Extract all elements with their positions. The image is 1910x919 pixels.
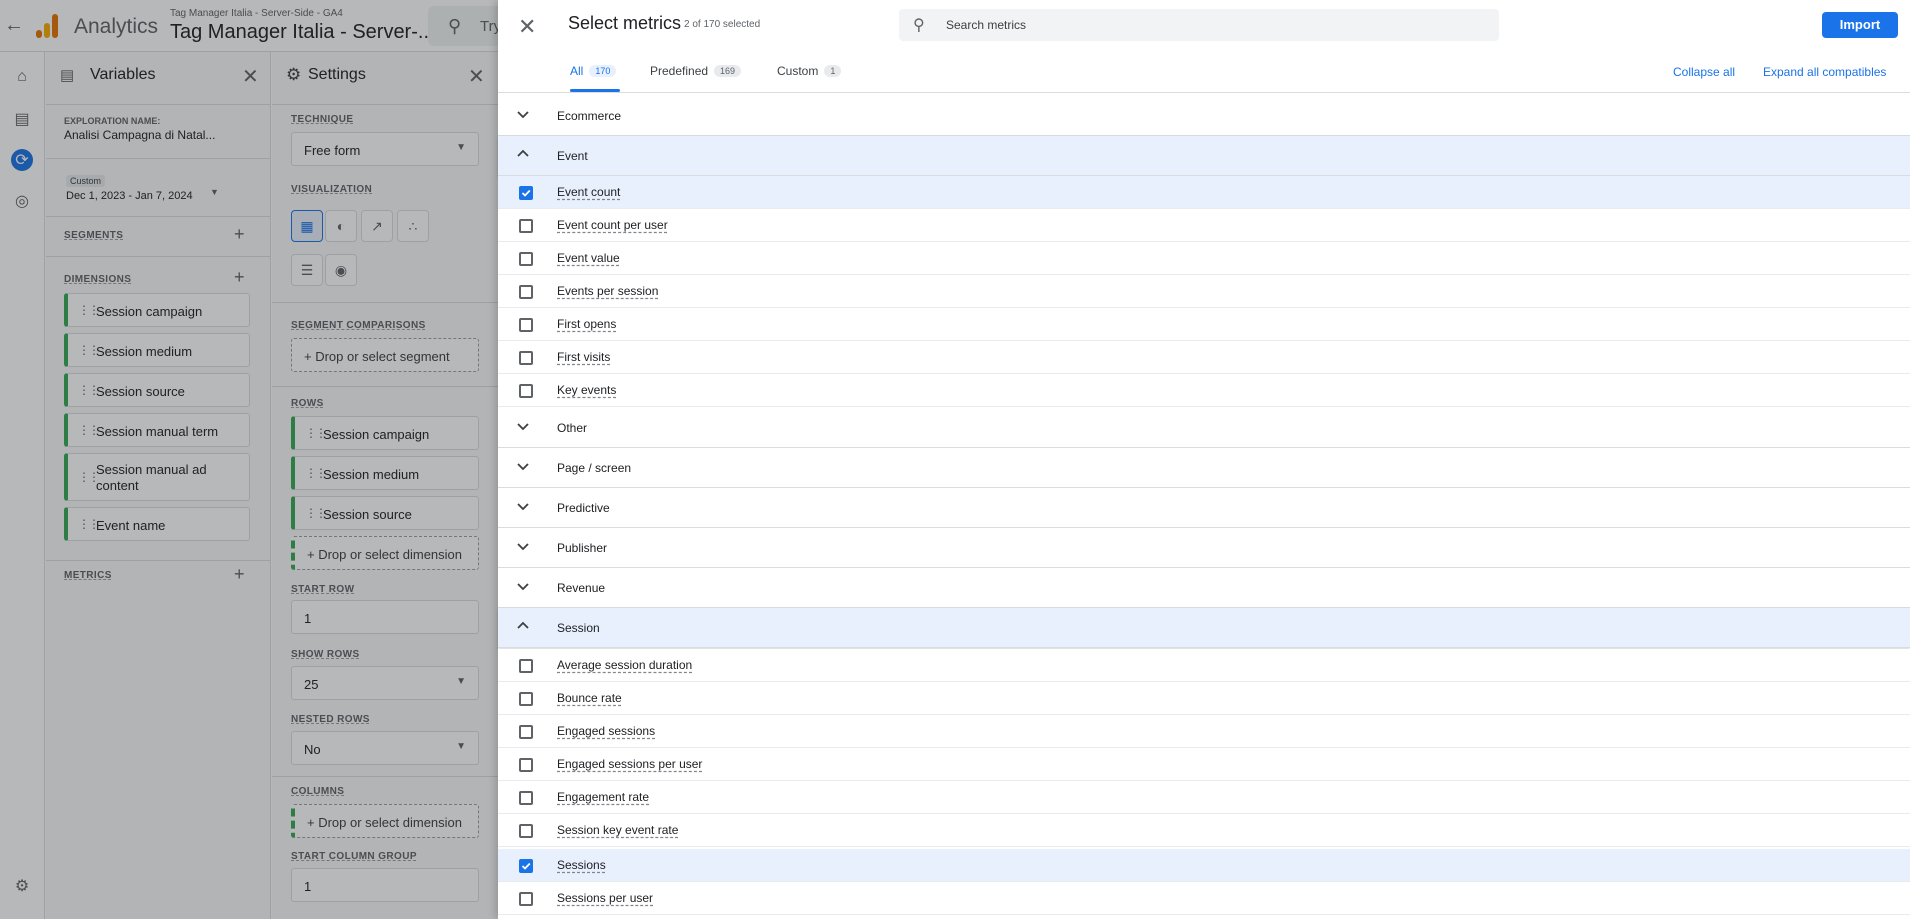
tab-custom[interactable]: Custom 1 <box>777 64 842 78</box>
tab-count-badge: 170 <box>589 65 617 77</box>
metrics-search-placeholder: Search metrics <box>946 18 1027 32</box>
import-button[interactable]: Import <box>1822 12 1898 38</box>
category-event[interactable]: Event <box>498 136 1910 176</box>
checkbox[interactable] <box>519 219 533 233</box>
category-session[interactable]: Session <box>498 608 1910 648</box>
chevron-up-icon <box>517 620 529 632</box>
metric-row[interactable]: Engagement rate <box>498 781 1910 814</box>
metric-row[interactable]: Event value <box>498 242 1910 275</box>
checkbox[interactable] <box>519 758 533 772</box>
checkbox[interactable] <box>519 351 533 365</box>
metric-row[interactable]: Bounce rate <box>498 682 1910 715</box>
checkbox[interactable] <box>519 659 533 673</box>
checkbox[interactable] <box>519 859 533 873</box>
metric-row[interactable]: Sessions per user <box>498 882 1910 915</box>
metric-row[interactable]: Sessions <box>498 849 1910 882</box>
chevron-down-icon <box>517 540 529 552</box>
category-predictive[interactable]: Predictive <box>498 488 1910 528</box>
tab-count-badge: 1 <box>824 65 842 77</box>
checkbox[interactable] <box>519 186 533 200</box>
tab-all[interactable]: All 170 <box>570 64 617 78</box>
metric-row[interactable]: First opens <box>498 308 1910 341</box>
metric-row[interactable]: First visits <box>498 341 1910 374</box>
metric-row[interactable]: Events per session <box>498 275 1910 308</box>
category-page-screen[interactable]: Page / screen <box>498 448 1910 488</box>
checkbox[interactable] <box>519 791 533 805</box>
tab-predefined[interactable]: Predefined 169 <box>650 64 742 78</box>
drawer-title: Select metrics <box>568 13 682 33</box>
expand-all-compatibles-link[interactable]: Expand all compatibles <box>1763 65 1886 79</box>
checkbox[interactable] <box>519 892 533 906</box>
header-divider <box>498 92 1910 93</box>
close-icon[interactable]: ✕ <box>518 14 536 40</box>
category-ecommerce[interactable]: Ecommerce <box>498 96 1910 136</box>
metric-row[interactable]: Session key event rate <box>498 814 1910 847</box>
checkbox[interactable] <box>519 252 533 266</box>
chevron-down-icon <box>517 420 529 432</box>
metric-row[interactable]: Average session duration <box>498 649 1910 682</box>
metric-row[interactable]: Event count <box>498 176 1910 209</box>
checkbox[interactable] <box>519 384 533 398</box>
search-icon: ⚲ <box>913 17 925 34</box>
metric-row[interactable]: Engaged sessions per user <box>498 748 1910 781</box>
chevron-down-icon <box>517 580 529 592</box>
checkbox[interactable] <box>519 692 533 706</box>
metric-row[interactable]: Engaged sessions <box>498 715 1910 748</box>
chevron-up-icon <box>517 148 529 160</box>
metric-row[interactable]: Key events <box>498 374 1910 407</box>
category-revenue[interactable]: Revenue <box>498 568 1910 608</box>
category-publisher[interactable]: Publisher <box>498 528 1910 568</box>
checkbox[interactable] <box>519 824 533 838</box>
metric-row[interactable]: Event count per user <box>498 209 1910 242</box>
collapse-all-link[interactable]: Collapse all <box>1673 65 1735 79</box>
selected-count: 2 of 170 selected <box>684 19 761 30</box>
chevron-down-icon <box>517 108 529 120</box>
category-other[interactable]: Other <box>498 408 1910 448</box>
chevron-down-icon <box>517 460 529 472</box>
checkbox[interactable] <box>519 725 533 739</box>
checkbox[interactable] <box>519 318 533 332</box>
tab-count-badge: 169 <box>714 65 742 77</box>
metrics-search-input[interactable]: ⚲ Search metrics <box>899 9 1499 41</box>
chevron-down-icon <box>517 500 529 512</box>
checkbox[interactable] <box>519 285 533 299</box>
select-metrics-drawer: ✕ Select metrics 2 of 170 selected ⚲ Sea… <box>498 0 1910 919</box>
